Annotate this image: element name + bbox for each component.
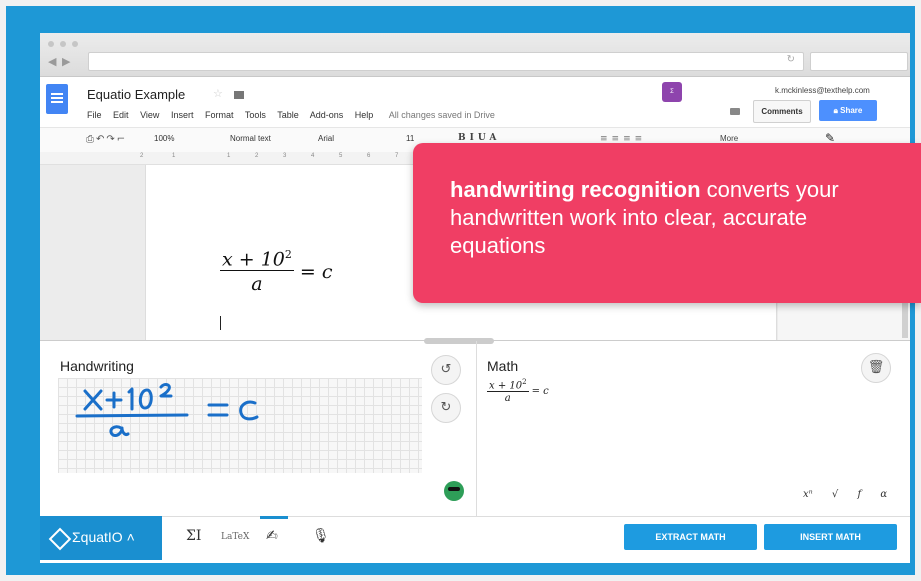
font-select[interactable]: Arial xyxy=(318,134,334,143)
superscript-symbol[interactable]: xⁿ xyxy=(803,489,813,500)
font-size-select[interactable]: 11 xyxy=(406,134,414,143)
ruler-mark: 3 xyxy=(283,153,287,159)
menu-view[interactable]: View xyxy=(140,110,159,120)
user-email[interactable]: k.mckinless@texthelp.com xyxy=(775,86,870,95)
more-menu[interactable]: More xyxy=(720,134,738,143)
math-fraction: x + 102 a xyxy=(487,378,529,404)
pen-icon[interactable]: ✍ xyxy=(266,528,278,544)
panel-drag-handle[interactable] xyxy=(424,338,494,344)
math-input-tool[interactable]: ΣI xyxy=(186,528,201,544)
ruler-mark: 7 xyxy=(395,153,399,159)
trash-icon[interactable]: 🗑︎ xyxy=(861,353,891,383)
ruler-mark: 1 xyxy=(172,153,176,159)
docs-menubar: File Edit View Insert Format Tools Table… xyxy=(87,110,504,120)
share-label: Share xyxy=(840,106,863,115)
forward-icon[interactable]: ▶ xyxy=(62,55,70,68)
sqrt-symbol[interactable]: √ xyxy=(832,489,838,500)
microphone-icon[interactable]: 🎙︎ xyxy=(312,528,330,544)
ruler-mark: 4 xyxy=(311,153,315,159)
active-tool-indicator xyxy=(260,516,288,519)
panel-divider xyxy=(476,341,477,516)
math-rhs: = c xyxy=(531,385,549,397)
ruler-mark: 5 xyxy=(339,153,343,159)
zoom-select[interactable]: 100% xyxy=(154,134,174,143)
share-button[interactable]: 🔒︎ Share xyxy=(819,100,877,121)
menu-edit[interactable]: Edit xyxy=(113,110,129,120)
window-maximize-dot[interactable] xyxy=(72,41,78,47)
menu-format[interactable]: Format xyxy=(205,110,234,120)
address-bar[interactable]: ↻ xyxy=(88,52,804,71)
doc-title[interactable]: Equatio Example xyxy=(87,87,185,102)
style-select[interactable]: Normal text xyxy=(230,134,271,143)
equatio-logo-button[interactable]: ΣquatIO ˄ xyxy=(40,516,162,560)
comments-button[interactable]: Comments xyxy=(753,100,811,123)
equatio-addon-icon[interactable]: Σ xyxy=(662,82,682,102)
handwritten-equation xyxy=(75,383,259,437)
menu-file[interactable]: File xyxy=(87,110,102,120)
feature-callout: handwriting recognition converts your ha… xyxy=(413,143,921,303)
callout-bold: handwriting recognition xyxy=(450,177,701,202)
menu-tools[interactable]: Tools xyxy=(245,110,266,120)
insert-math-button[interactable]: INSERT MATH xyxy=(764,524,897,550)
function-symbol[interactable]: f xyxy=(857,489,861,500)
menu-table[interactable]: Table xyxy=(277,110,299,120)
math-symbol-bar: xⁿ √ f α xyxy=(803,489,903,500)
math-title: Math xyxy=(487,358,519,374)
latex-tool[interactable]: LaTeX xyxy=(221,532,249,542)
menu-insert[interactable]: Insert xyxy=(171,110,194,120)
browser-titlebar: ◀ ▶ ↻ xyxy=(40,33,910,77)
equatio-gem-icon xyxy=(48,527,72,551)
ruler-mark: 2 xyxy=(140,153,144,159)
ruler-mark: 1 xyxy=(227,153,231,159)
refresh-icon[interactable]: ↻ xyxy=(787,54,795,65)
handwriting-title: Handwriting xyxy=(60,358,134,374)
document-equation[interactable]: x + 102 a = c xyxy=(220,248,333,295)
equation-denominator: a xyxy=(220,270,294,295)
print-undo-redo-paint-icons[interactable]: ⎙↶↷⌐ xyxy=(86,134,127,145)
star-icon[interactable]: ☆ xyxy=(213,87,223,100)
ruler-mark: 2 xyxy=(255,153,259,159)
docs-logo-icon[interactable] xyxy=(46,84,68,114)
ruler-mark: 6 xyxy=(367,153,371,159)
undo-icon[interactable]: ↺ xyxy=(431,355,461,385)
window-close-dot[interactable] xyxy=(48,41,54,47)
extract-math-button[interactable]: EXTRACT MATH xyxy=(624,524,757,550)
equatio-logo-text: ΣquatIO ˄ xyxy=(72,529,135,545)
comment-icon[interactable] xyxy=(730,108,740,115)
math-denominator: a xyxy=(487,391,529,404)
math-preview-equation[interactable]: x + 102 a = c xyxy=(487,378,549,404)
smiley-icon[interactable] xyxy=(444,481,464,501)
callout-text: handwriting recognition converts your ha… xyxy=(450,176,895,260)
alpha-symbol[interactable]: α xyxy=(880,489,887,500)
menu-addons[interactable]: Add-ons xyxy=(310,110,344,120)
text-cursor xyxy=(220,316,221,330)
browser-search-box[interactable] xyxy=(810,52,908,71)
folder-icon[interactable] xyxy=(234,91,244,99)
redo-icon[interactable]: ↻ xyxy=(431,393,461,423)
save-status: All changes saved in Drive xyxy=(388,110,495,120)
equation-numerator: x + 102 xyxy=(222,248,292,271)
window-minimize-dot[interactable] xyxy=(60,41,66,47)
equation-rhs: = c xyxy=(299,260,333,283)
text-format-icons[interactable]: BIUA xyxy=(458,133,500,143)
equation-fraction: x + 102 a xyxy=(220,248,294,295)
menu-help[interactable]: Help xyxy=(355,110,374,120)
math-numerator: x + 102 xyxy=(489,378,527,392)
back-icon[interactable]: ◀ xyxy=(48,55,56,68)
